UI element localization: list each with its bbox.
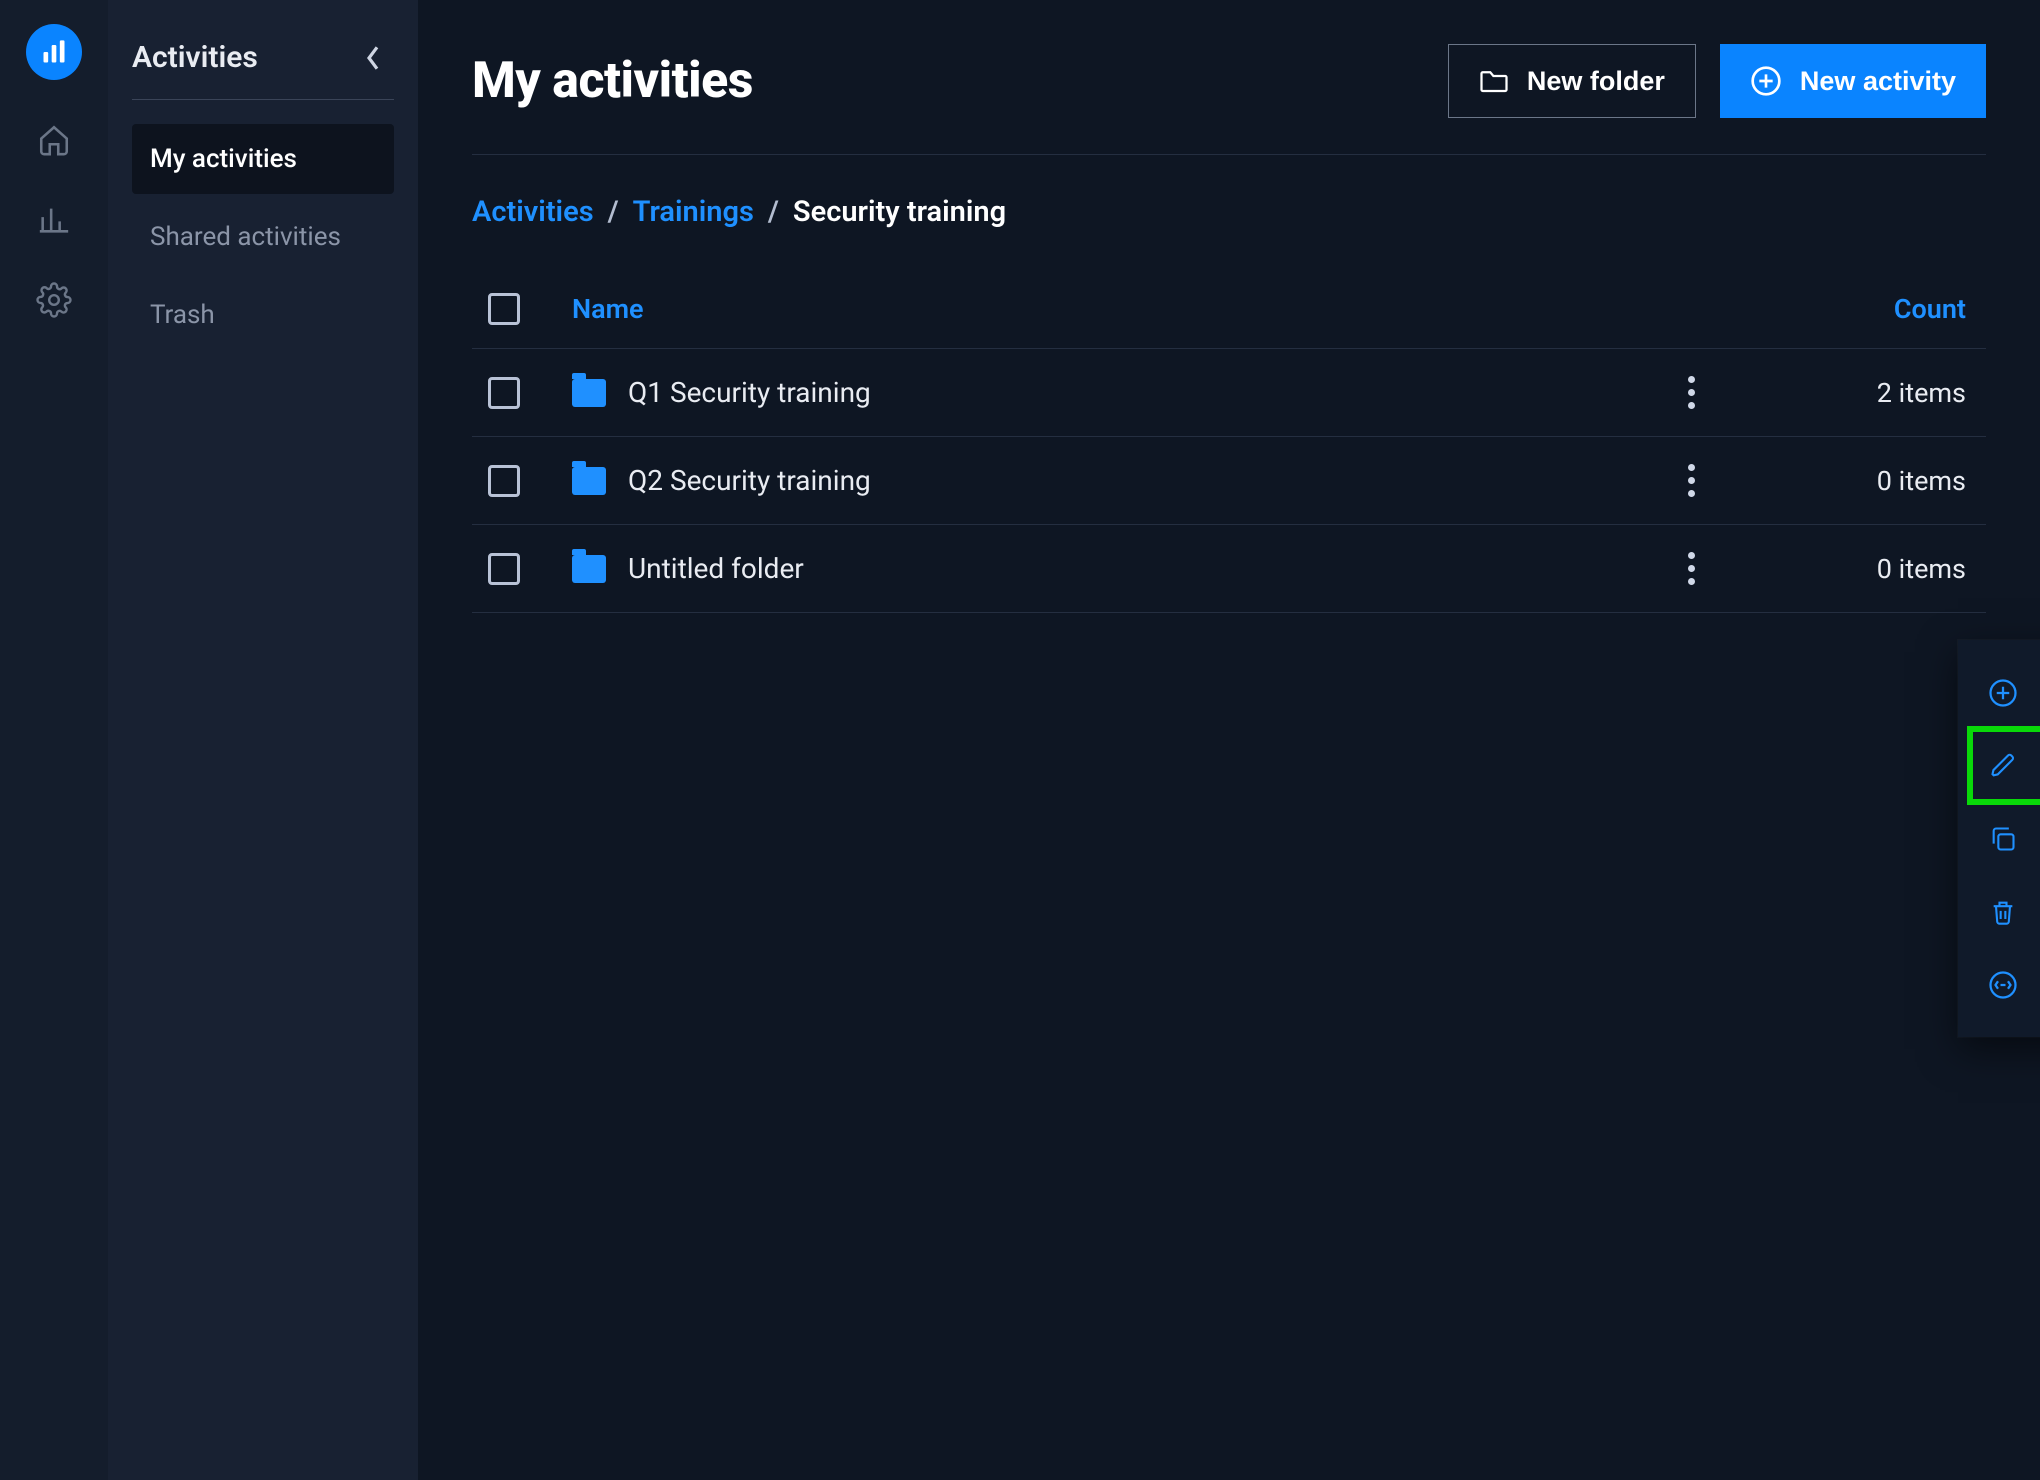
breadcrumb: Activities / Trainings / Security traini… — [472, 155, 1986, 269]
table-row[interactable]: Q2 Security training 0 items — [472, 437, 1986, 525]
home-icon — [37, 123, 71, 157]
row-count: 0 items — [1736, 553, 1976, 585]
nav-settings[interactable] — [34, 280, 74, 320]
convert-icon — [1986, 970, 2020, 1000]
new-activity-button[interactable]: New activity — [1720, 44, 1986, 118]
folder-name: Q2 Security training — [628, 464, 871, 497]
sidebar-item-trash[interactable]: Trash — [132, 280, 394, 350]
breadcrumb-link[interactable]: Trainings — [633, 195, 754, 229]
row-name-cell[interactable]: Q2 Security training — [572, 464, 1646, 497]
sidebar-nav: My activities Shared activities Trash — [132, 124, 394, 350]
menu-item-add-activity[interactable]: Add activity — [1970, 656, 2040, 729]
row-checkbox[interactable] — [488, 377, 520, 409]
row-checkbox[interactable] — [488, 465, 520, 497]
nav-home[interactable] — [34, 120, 74, 160]
trash-icon — [1986, 898, 2020, 926]
icon-rail — [0, 0, 108, 1480]
table-row[interactable]: Untitled folder 0 items — [472, 525, 1986, 613]
table-header: Name Count — [472, 269, 1986, 349]
folder-name: Q1 Security training — [628, 376, 871, 409]
menu-item-rename[interactable]: Rename — [1970, 729, 2040, 802]
row-actions-menu-button[interactable] — [1646, 373, 1736, 413]
breadcrumb-separator: / — [608, 195, 619, 229]
chevron-left-icon — [366, 46, 380, 70]
row-actions-menu-button[interactable] — [1646, 461, 1736, 501]
table-row[interactable]: Q1 Security training 2 items — [472, 349, 1986, 437]
app-logo[interactable] — [26, 24, 82, 80]
main-content: My activities New folder New activity Ac… — [418, 0, 2040, 1480]
page-title: My activities — [472, 52, 753, 110]
plus-circle-icon — [1986, 678, 2020, 708]
row-count: 0 items — [1736, 465, 1976, 497]
sidebar-item-shared-activities[interactable]: Shared activities — [132, 202, 394, 272]
breadcrumb-link[interactable]: Activities — [472, 195, 594, 229]
sidebar-item-label: Trash — [150, 300, 215, 330]
sidebar: Activities My activities Shared activiti… — [108, 0, 418, 1480]
folder-table: Name Count Q1 Security training 2 items … — [472, 269, 1986, 613]
row-checkbox[interactable] — [488, 553, 520, 585]
sidebar-item-my-activities[interactable]: My activities — [132, 124, 394, 194]
nav-analytics[interactable] — [34, 200, 74, 240]
gear-icon — [36, 282, 72, 318]
column-header-name[interactable]: Name — [572, 293, 1646, 325]
folder-icon — [572, 379, 606, 407]
sidebar-title: Activities — [132, 40, 258, 75]
breadcrumb-current: Security training — [793, 195, 1006, 229]
header-actions: New folder New activity — [1448, 44, 1986, 118]
duplicate-icon — [1986, 825, 2020, 853]
row-name-cell[interactable]: Q1 Security training — [572, 376, 1646, 409]
row-count: 2 items — [1736, 377, 1976, 409]
sidebar-item-label: My activities — [150, 144, 297, 174]
folder-name: Untitled folder — [628, 552, 804, 585]
pencil-icon — [1986, 752, 2020, 780]
row-name-cell[interactable]: Untitled folder — [572, 552, 1646, 585]
sidebar-header: Activities — [132, 40, 394, 100]
menu-item-delete[interactable]: Delete — [1970, 875, 2040, 948]
folder-icon — [572, 555, 606, 583]
select-all-checkbox[interactable] — [488, 293, 520, 325]
menu-item-convert-to-survey[interactable]: Convert to survey — [1970, 948, 2040, 1021]
menu-item-duplicate[interactable]: Duplicate — [1970, 802, 2040, 875]
bar-chart-icon — [40, 38, 68, 66]
new-folder-button[interactable]: New folder — [1448, 44, 1696, 118]
button-label: New activity — [1800, 66, 1956, 97]
collapse-sidebar-button[interactable] — [366, 46, 394, 70]
breadcrumb-separator: / — [768, 195, 779, 229]
button-label: New folder — [1527, 66, 1665, 97]
page-header: My activities New folder New activity — [472, 44, 1986, 155]
folder-icon — [572, 467, 606, 495]
row-actions-menu-button[interactable] — [1646, 549, 1736, 589]
column-header-count[interactable]: Count — [1736, 293, 1976, 325]
plus-circle-icon — [1750, 65, 1782, 97]
sidebar-item-label: Shared activities — [150, 222, 341, 252]
analytics-icon — [37, 203, 71, 237]
folder-icon — [1479, 68, 1509, 94]
context-menu: Add activity Rename Duplicate Delete Con… — [1958, 640, 2040, 1037]
